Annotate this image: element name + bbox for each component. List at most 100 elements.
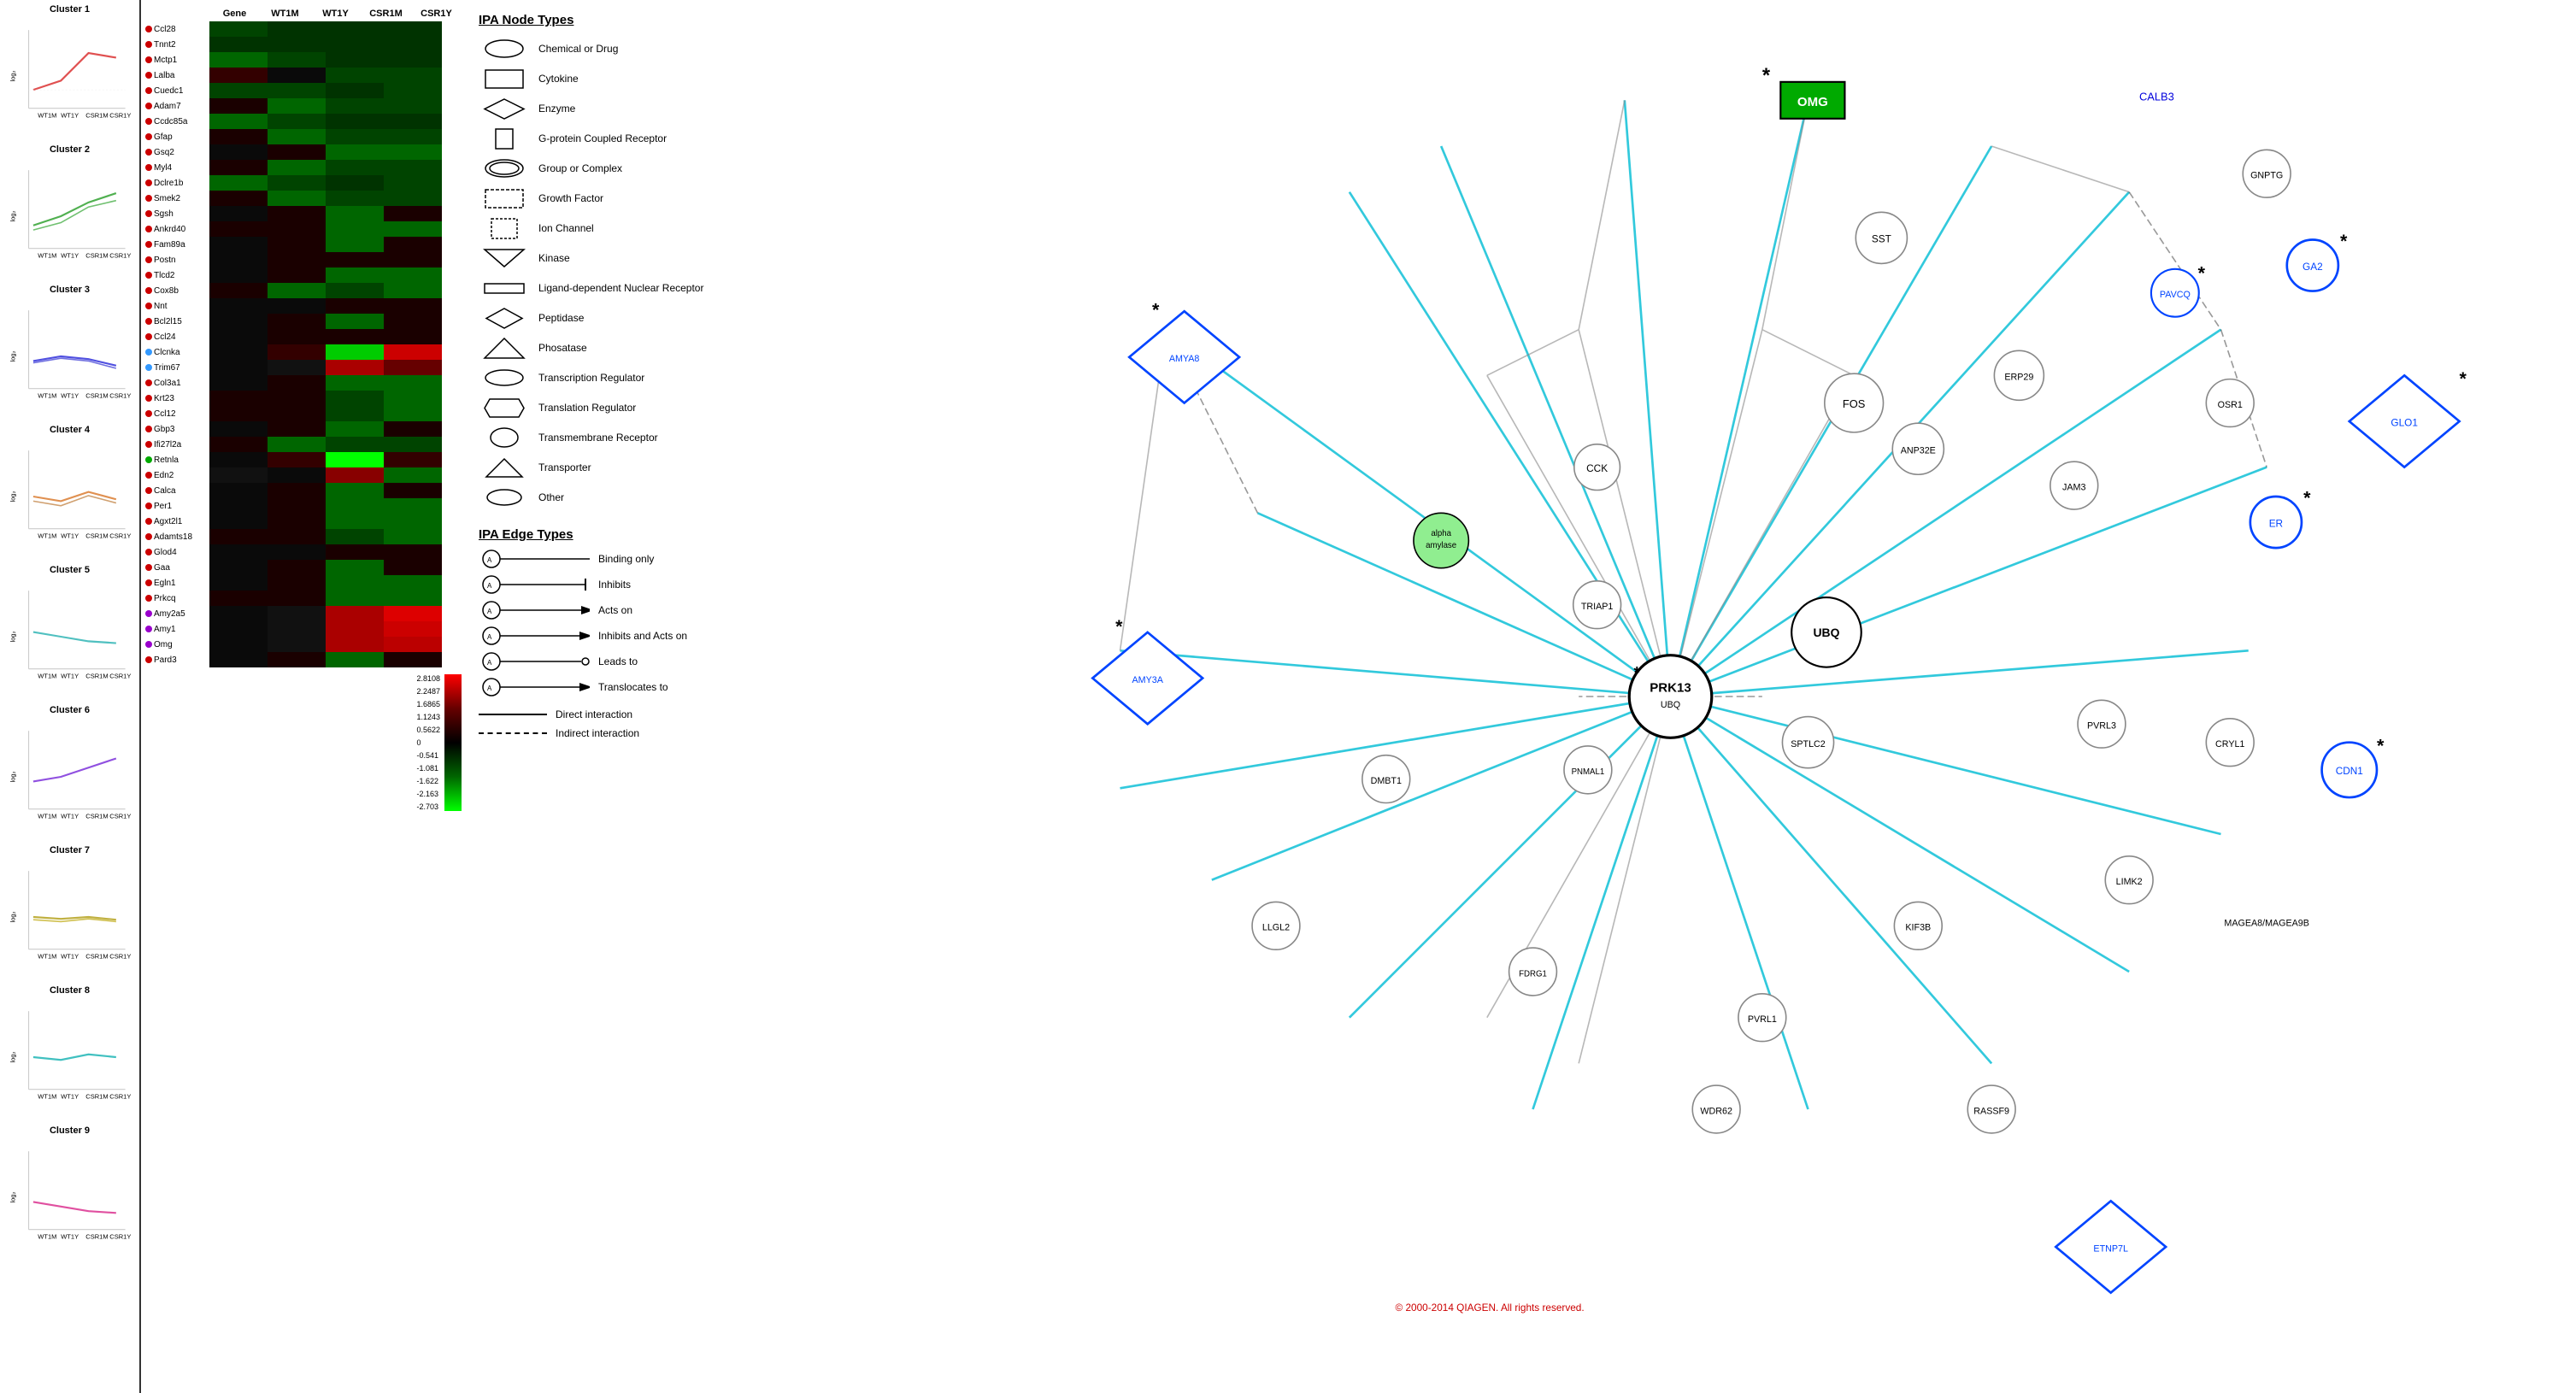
heatmap-panel: Gene WT1M WT1Y CSR1M CSR1Y Ccl28Tnnt2Mct…: [141, 0, 466, 1393]
heatmap-row: Adamts18: [145, 529, 462, 544]
heatmap-cell: [268, 591, 326, 606]
gene-dot: [145, 395, 152, 402]
heatmap-cell: [209, 329, 268, 344]
heatmap-cell: [326, 467, 384, 483]
legend-val-7: -0.541: [416, 751, 440, 760]
gene-dot: [145, 287, 152, 294]
ipa-node-growth: Growth Factor: [479, 185, 761, 211]
heatmap-cell: [326, 221, 384, 237]
growth-shape: [479, 188, 530, 209]
node-sst: SST: [1856, 212, 1907, 263]
heatmap-cell: [209, 406, 268, 421]
ipa-edge-leads-to-label: Leads to: [598, 655, 761, 667]
node-fos: FOS: [1825, 373, 1884, 432]
heatmap-cell: [268, 21, 326, 37]
svg-text:OSR1: OSR1: [2218, 400, 2243, 410]
gene-dot: [145, 503, 152, 509]
heatmap-row: Agxt2l1: [145, 514, 462, 529]
cluster-7-title: Cluster 7: [50, 845, 90, 855]
gene-dot: [145, 333, 152, 340]
cluster-7: Cluster 7 log₂ WT1M WT1Y CSR1M CSR1Y: [2, 845, 138, 984]
svg-text:log₂: log₂: [9, 631, 16, 642]
transporter-shape: [479, 457, 530, 479]
cluster-6-title: Cluster 6: [50, 705, 90, 715]
gene-dot: [145, 656, 152, 663]
heatmap-cell: [384, 114, 442, 129]
heatmap-cell: [209, 560, 268, 575]
heatmap-row: Trim67: [145, 360, 462, 375]
svg-text:CALB3: CALB3: [2139, 90, 2174, 103]
ipa-edge-binding-label: Binding only: [598, 553, 761, 565]
heatmap-cell: [209, 591, 268, 606]
cluster-4-title: Cluster 4: [50, 425, 90, 435]
heatmap-cell: [384, 129, 442, 144]
heatmap-cell: [209, 175, 268, 191]
heatmap-cell: [209, 529, 268, 544]
legend-val-11: -2.703: [416, 802, 440, 811]
svg-text:WT1Y: WT1Y: [61, 1232, 79, 1240]
ipa-node-kinase: Kinase: [479, 245, 761, 271]
ipa-node-enzyme: Enzyme: [479, 96, 761, 121]
heatmap-cell: [268, 483, 326, 498]
node-osr1: OSR1: [2206, 379, 2254, 427]
gene-dot: [145, 379, 152, 386]
gene-dot: [145, 118, 152, 125]
heatmap-cell: [326, 98, 384, 114]
heatmap-row: Gsq2: [145, 144, 462, 160]
heatmap-cell: [268, 360, 326, 375]
heatmap-cell: [384, 68, 442, 83]
ipa-node-cytokine-label: Cytokine: [538, 73, 579, 85]
heatmap-cell: [384, 560, 442, 575]
cluster-4-chart: log₂ WT1M WT1Y CSR1M CSR1Y: [10, 437, 130, 556]
svg-text:OMG: OMG: [1797, 95, 1828, 109]
heatmap-cell: [326, 544, 384, 560]
col-label-csr1y: CSR1Y: [411, 9, 462, 19]
heatmap-cell: [268, 237, 326, 252]
heatmap-row: Ccdc85a: [145, 114, 462, 129]
gene-dot: [145, 41, 152, 48]
svg-text:WT1Y: WT1Y: [61, 1092, 79, 1100]
gene-dot: [145, 579, 152, 586]
gene-label: Amy1: [154, 625, 209, 634]
gene-label: Ifi27l2a: [154, 440, 209, 450]
heatmap-cell: [326, 252, 384, 267]
heatmap-cell: [326, 483, 384, 498]
heatmap-cell: [384, 437, 442, 452]
svg-text:FDRG1: FDRG1: [1519, 969, 1547, 979]
translocates-svg: A B: [479, 674, 590, 700]
gene-label: Gsq2: [154, 148, 209, 157]
svg-text:CSR1M: CSR1M: [85, 952, 108, 960]
node-dmbt1: DMBT1: [1362, 755, 1410, 803]
heatmap-row: Adam7: [145, 98, 462, 114]
heatmap-cell: [326, 560, 384, 575]
ipa-edge-inhibits: A B Inhibits: [479, 572, 761, 597]
svg-text:PNMAL1: PNMAL1: [1572, 767, 1605, 777]
heatmap-cell: [384, 283, 442, 298]
svg-text:PVRL3: PVRL3: [2087, 721, 2116, 732]
svg-text:PRK13: PRK13: [1650, 681, 1691, 696]
heatmap-row: Lalba: [145, 68, 462, 83]
cluster-9-title: Cluster 9: [50, 1126, 90, 1136]
svg-text:A: A: [487, 608, 492, 615]
heatmap-cell: [209, 252, 268, 267]
gene-dot: [145, 626, 152, 632]
heatmap-cell: [326, 498, 384, 514]
gene-label: Glod4: [154, 548, 209, 557]
gene-dot: [145, 549, 152, 555]
heatmap-cell: [268, 52, 326, 68]
svg-text:WT1Y: WT1Y: [61, 812, 79, 820]
heatmap-cell: [326, 267, 384, 283]
ipa-node-types-title: IPA Node Types: [479, 13, 761, 27]
heatmap-cell: [326, 83, 384, 98]
heatmap-cell: [384, 252, 442, 267]
heatmap-cell: [209, 160, 268, 175]
heatmap-cell: [268, 575, 326, 591]
svg-text:CSR1Y: CSR1Y: [109, 1232, 131, 1240]
heatmap-row: Clcnka: [145, 344, 462, 360]
heatmap-cell: [268, 160, 326, 175]
svg-text:A: A: [487, 685, 492, 692]
heatmap-row: Per1: [145, 498, 462, 514]
heatmap-row: Ifi27l2a: [145, 437, 462, 452]
ipa-node-nuclear: Ligand-dependent Nuclear Receptor: [479, 275, 761, 301]
transmembrane-shape: [479, 427, 530, 449]
